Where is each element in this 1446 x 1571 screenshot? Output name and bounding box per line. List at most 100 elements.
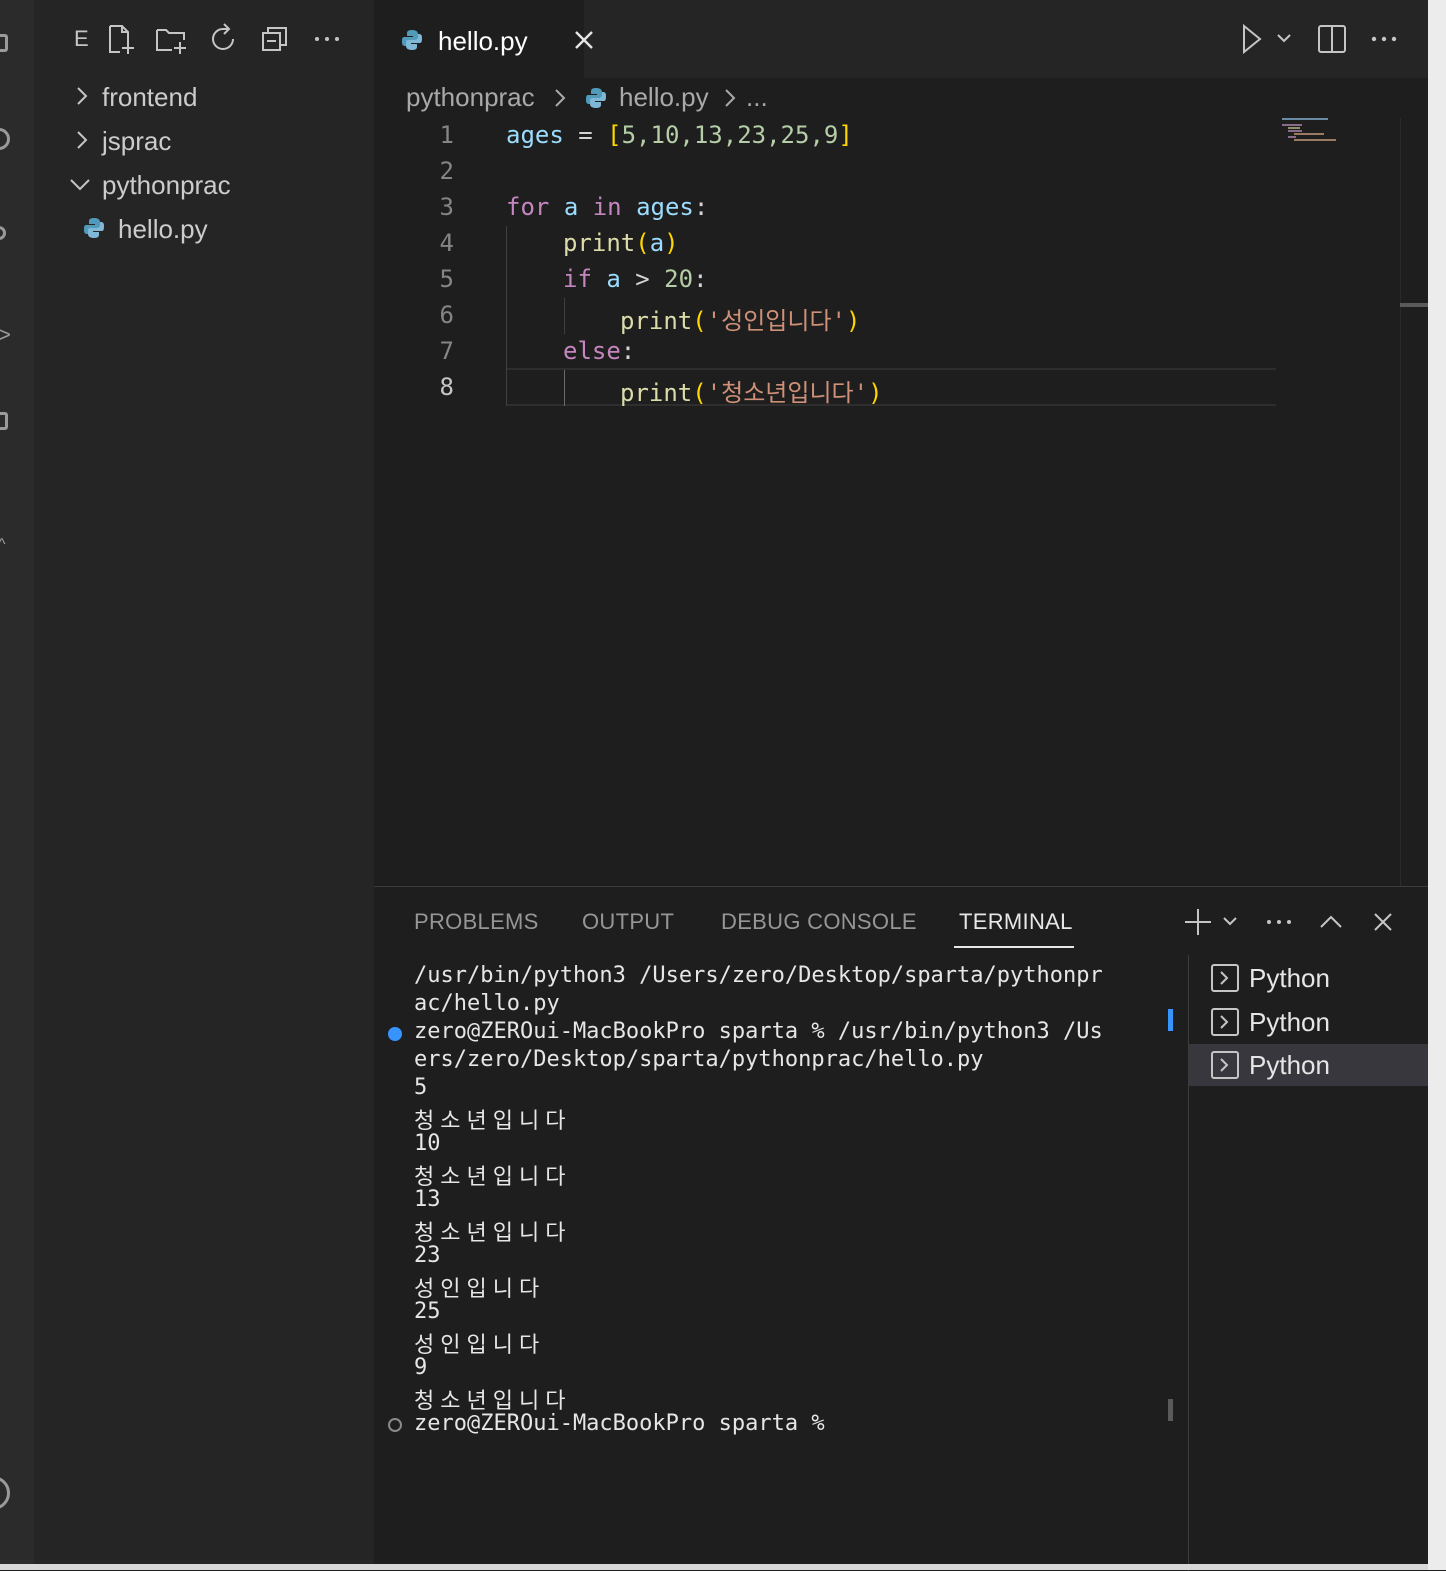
token: '청소년입니다': [706, 379, 869, 407]
tree-item-label: jsprac: [102, 126, 172, 156]
split-editor-icon[interactable]: [1314, 20, 1350, 58]
breadcrumb-symbol[interactable]: ...: [746, 82, 768, 113]
token: >: [620, 265, 665, 293]
terminal-icon: [1211, 1008, 1239, 1036]
explorer-icon[interactable]: [0, 34, 8, 52]
token: ): [664, 229, 679, 257]
window-bottom-edge: [0, 1564, 1428, 1570]
maximize-panel-icon[interactable]: [1314, 907, 1348, 937]
run-python-file-icon[interactable]: [1236, 20, 1296, 58]
activity-bar: > ^: [0, 0, 34, 1570]
tree-file-hello-py[interactable]: hello.py: [34, 210, 374, 250]
terminal-instance[interactable]: Python: [1189, 957, 1429, 999]
refresh-icon[interactable]: [206, 22, 240, 56]
line-number: 5: [439, 265, 454, 293]
python-file-icon: [84, 218, 104, 238]
extensions-icon[interactable]: [0, 412, 8, 430]
run-debug-icon[interactable]: >: [0, 324, 11, 346]
tree-folder-frontend[interactable]: frontend: [34, 78, 374, 118]
explorer-toolbar: E: [34, 0, 374, 78]
token: print: [620, 379, 693, 407]
line-number: 2: [439, 157, 454, 185]
more-actions-icon[interactable]: [1366, 20, 1402, 58]
tree-folder-jsprac[interactable]: jsprac: [34, 122, 374, 162]
token: print: [563, 229, 636, 257]
chevron-right-icon: [77, 87, 88, 105]
terminal-scroll-marker: [1168, 1009, 1173, 1031]
line-source: print(a): [563, 229, 679, 257]
terminal-scrollbar-thumb[interactable]: [1168, 1399, 1173, 1421]
more-icon[interactable]: [310, 22, 344, 56]
terminal-icon: [1211, 1051, 1239, 1079]
collapse-all-icon[interactable]: [258, 22, 292, 56]
terminal-line: 9: [414, 1355, 428, 1380]
more-icon[interactable]: [1262, 907, 1296, 937]
tab-debug-console[interactable]: DEBUG CONSOLE: [721, 909, 917, 935]
tab-output[interactable]: OUTPUT: [582, 909, 674, 935]
source-control-icon[interactable]: [0, 226, 6, 240]
token: if: [563, 265, 592, 293]
terminal-line: 23: [414, 1243, 441, 1268]
tree-folder-pythonprac[interactable]: pythonprac: [34, 166, 374, 206]
token: ): [868, 379, 883, 407]
token: ): [846, 307, 861, 335]
code-line: 4 print(a): [374, 226, 1404, 262]
new-terminal-icon[interactable]: [1180, 907, 1250, 937]
breadcrumb-folder[interactable]: pythonprac: [406, 82, 535, 113]
active-tab-indicator: [954, 946, 1074, 948]
code-line: 7 else:: [374, 334, 1404, 370]
terminal-instance-label: Python: [1249, 963, 1330, 993]
token: (: [692, 379, 707, 407]
terminal-instance[interactable]: Python: [1189, 1001, 1429, 1043]
token: a: [649, 229, 665, 257]
code-line: 2: [374, 154, 1404, 190]
minimap[interactable]: [1280, 116, 1350, 156]
editor-tabbar: hello.py: [374, 0, 1428, 78]
scrollbar-thumb[interactable]: [1400, 303, 1428, 307]
line-source: else:: [563, 337, 635, 365]
token: a: [606, 265, 621, 293]
line-source: print('청소년입니다'): [620, 373, 883, 408]
token: in: [592, 193, 622, 221]
python-file-icon: [586, 88, 606, 108]
token: a: [563, 193, 579, 221]
breadcrumb-file[interactable]: hello.py: [619, 82, 709, 113]
background-window-edge: [1428, 0, 1446, 1570]
tab-terminal[interactable]: TERMINAL: [959, 909, 1073, 935]
terminal-line: ac/hello.py: [414, 991, 560, 1016]
search-icon[interactable]: [0, 128, 10, 150]
line-number: 1: [439, 121, 454, 149]
tab-hello-py[interactable]: hello.py: [374, 0, 593, 78]
token: ]: [838, 121, 853, 149]
token: '성인입니다': [706, 307, 847, 335]
code-line: 3 for a in ages:: [374, 190, 1404, 226]
terminal-icon: [1211, 964, 1239, 992]
tab-problems[interactable]: PROBLEMS: [414, 909, 539, 935]
terminal-line: 청소년입니다: [414, 1389, 572, 1414]
close-icon[interactable]: [570, 26, 598, 54]
account-icon[interactable]: [0, 1476, 10, 1510]
tab-label: hello.py: [438, 26, 528, 56]
token: :: [693, 265, 708, 293]
terminal-line: 청소년입니다: [414, 1109, 572, 1134]
terminal-instance-label: Python: [1249, 1050, 1330, 1080]
terminal-instance-list: Python Python Python: [1188, 955, 1429, 1571]
terminal-line: zero@ZEROui-MacBookPro sparta %: [414, 1411, 825, 1436]
terminal-line: 성인입니다: [414, 1277, 546, 1302]
new-folder-icon[interactable]: [154, 22, 188, 56]
remote-icon[interactable]: ^: [0, 534, 6, 556]
token: 20: [664, 265, 694, 293]
line-source: for a in ages:: [506, 193, 708, 221]
terminal-instance-selected[interactable]: Python: [1189, 1044, 1429, 1086]
terminal-instance-label: Python: [1249, 1007, 1330, 1037]
token: :: [693, 193, 709, 221]
new-file-icon[interactable]: [104, 22, 138, 56]
terminal-line: 10: [414, 1131, 441, 1156]
close-icon[interactable]: [1366, 907, 1400, 937]
code-line: 6 print('성인입니다'): [374, 298, 1404, 335]
code-line: 5 if a > 20:: [374, 262, 1404, 298]
token: print: [620, 307, 693, 335]
editor-scrollbar[interactable]: [1400, 118, 1429, 886]
command-success-decoration[interactable]: [388, 1027, 402, 1041]
command-pending-decoration[interactable]: [388, 1418, 402, 1432]
